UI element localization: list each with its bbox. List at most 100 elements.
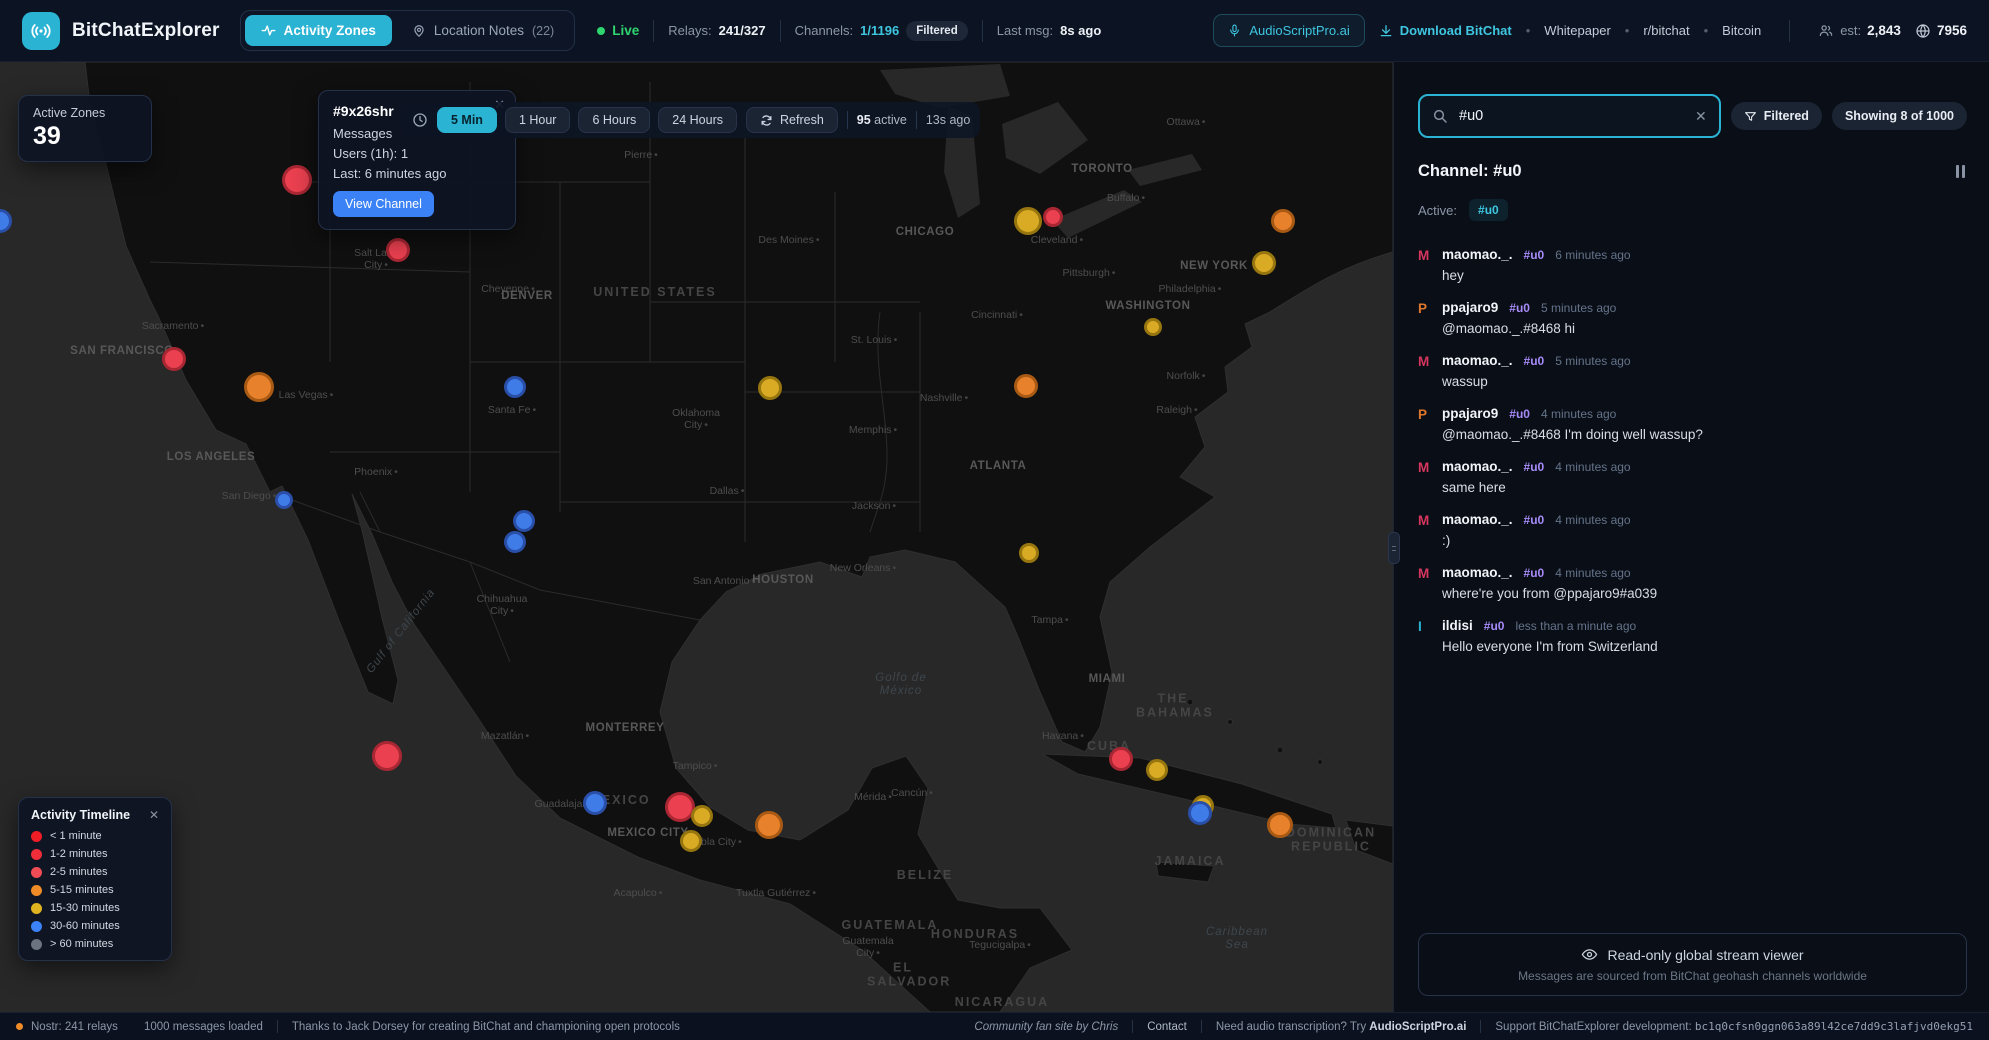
active-channel-chip[interactable]: #u0: [1469, 199, 1508, 221]
map-label-los-angeles: LOS ANGELES: [167, 451, 256, 463]
search-row: ✕ Filtered Showing 8 of 1000: [1418, 94, 1967, 138]
btc-address[interactable]: bc1q0cfsn0ggn063a89l42ce7dd9c3lafjvd0ekg…: [1695, 1020, 1973, 1033]
zone-dot-yellow[interactable]: [758, 376, 782, 400]
zone-dot-orange[interactable]: [244, 372, 274, 402]
filtered-pill[interactable]: Filtered: [1731, 102, 1822, 130]
zone-dot-yellow[interactable]: [1144, 318, 1162, 336]
message-timestamp: 4 minutes ago: [1555, 513, 1630, 527]
zone-dot-yellow[interactable]: [691, 805, 713, 827]
zone-dot-yellow[interactable]: [1146, 759, 1168, 781]
avatar: I: [1418, 618, 1433, 654]
zone-dot-red[interactable]: [282, 165, 312, 195]
map-label-denver: DENVER: [501, 290, 553, 302]
channel-search-input[interactable]: [1457, 107, 1686, 125]
zone-dot-orange[interactable]: [1271, 209, 1295, 233]
zone-dot-blue[interactable]: [583, 791, 607, 815]
message-body: ildisi#u0less than a minute agoHello eve…: [1442, 618, 1658, 654]
time-filter-6-hours[interactable]: 6 Hours: [578, 107, 650, 133]
zone-dot-red[interactable]: [1043, 207, 1063, 227]
map-label-nashville: Nashville: [920, 392, 968, 404]
tab-activity-zones[interactable]: Activity Zones: [245, 15, 392, 46]
map-label-mazatl-n: Mazatlán: [481, 730, 529, 742]
refresh-button[interactable]: Refresh: [746, 107, 838, 133]
time-filter-24-hours[interactable]: 24 Hours: [658, 107, 737, 133]
thanks-note: Thanks to Jack Dorsey for creating BitCh…: [292, 1021, 680, 1033]
map-label-nicaragua: NICARAGUA: [955, 995, 1049, 1009]
zone-dot-red[interactable]: [386, 238, 410, 262]
avatar: M: [1418, 512, 1433, 548]
message-channel-tag: #u0: [1524, 513, 1545, 527]
zone-dot-yellow[interactable]: [680, 830, 702, 852]
message-timestamp: 4 minutes ago: [1541, 407, 1616, 421]
broadcast-icon: [22, 12, 60, 50]
zone-dot-red[interactable]: [162, 347, 186, 371]
message-row[interactable]: Iildisi#u0less than a minute agoHello ev…: [1418, 618, 1967, 654]
map-label-new-orleans: New Orleans: [830, 562, 896, 574]
map-label-chicago: CHICAGO: [896, 226, 955, 238]
message-timestamp: 5 minutes ago: [1541, 301, 1616, 315]
time-filter-1-hour[interactable]: 1 Hour: [505, 107, 571, 133]
view-channel-button[interactable]: View Channel: [333, 191, 434, 217]
message-row[interactable]: Pppajaro9#u05 minutes ago@maomao._.#8468…: [1418, 300, 1967, 336]
time-filter-5-min[interactable]: 5 Min: [437, 107, 497, 133]
zone-dot-orange[interactable]: [1267, 812, 1293, 838]
message-text: @maomao._.#8468 I'm doing well wassup?: [1442, 427, 1703, 442]
message-channel-tag: #u0: [1524, 248, 1545, 262]
legend-close-icon[interactable]: ✕: [149, 808, 159, 822]
tab-location-notes[interactable]: Location Notes (22): [396, 15, 570, 46]
legend-label: 5-15 minutes: [50, 884, 114, 896]
audio-transcription-promo[interactable]: Need audio transcription? Try AudioScrip…: [1216, 1021, 1467, 1033]
audioscriptpro-button[interactable]: AudioScriptPro.ai: [1213, 14, 1364, 47]
zone-dot-blue[interactable]: [1188, 801, 1212, 825]
showing-count-pill: Showing 8 of 1000: [1832, 102, 1967, 130]
message-row[interactable]: Mmaomao._.#u04 minutes agosame here: [1418, 459, 1967, 495]
zone-dot-orange[interactable]: [755, 811, 783, 839]
message-row[interactable]: Mmaomao._.#u04 minutes agowhere're you f…: [1418, 565, 1967, 601]
filtered-badge: Filtered: [906, 21, 968, 41]
globe-icon: [1915, 23, 1931, 39]
zone-dot-yellow[interactable]: [1252, 251, 1276, 275]
map-label-guatemala-city: Guatemala City: [837, 935, 899, 959]
message-row[interactable]: Pppajaro9#u04 minutes ago@maomao._.#8468…: [1418, 406, 1967, 442]
header-right: AudioScriptPro.ai Download BitChat • Whi…: [1213, 14, 1967, 47]
zone-dot-blue[interactable]: [275, 491, 293, 509]
message-text: where're you from @ppajaro9#a039: [1442, 586, 1657, 601]
live-dot: [597, 27, 605, 35]
clear-search-icon[interactable]: ✕: [1695, 108, 1707, 125]
legend-swatch: [31, 903, 42, 914]
pause-stream-icon[interactable]: [1954, 163, 1967, 180]
download-bitchat-link[interactable]: Download BitChat: [1379, 23, 1512, 38]
message-body: maomao._.#u04 minutes agosame here: [1442, 459, 1631, 495]
sidebar-resize-handle[interactable]: [1388, 532, 1400, 564]
refresh-icon: [760, 114, 773, 127]
activity-map[interactable]: SacramentoLas VegasPhoenixSan DiegoSalt …: [0, 62, 1393, 1012]
active-zones-label: Active Zones: [33, 106, 137, 120]
bitcoin-link[interactable]: Bitcoin: [1722, 23, 1761, 38]
legend-title: Activity Timeline: [31, 808, 130, 822]
message-row[interactable]: Mmaomao._.#u05 minutes agowassup: [1418, 353, 1967, 389]
map-label-buffalo: Buffalo: [1107, 192, 1145, 204]
popup-users-line: Users (1h): 1: [333, 146, 501, 161]
zone-dot-yellow[interactable]: [1019, 543, 1039, 563]
message-row[interactable]: Mmaomao._.#u06 minutes agohey: [1418, 247, 1967, 283]
rbitchat-link[interactable]: r/bitchat: [1643, 23, 1689, 38]
whitepaper-link[interactable]: Whitepaper: [1544, 23, 1610, 38]
zone-dot-blue[interactable]: [513, 510, 535, 532]
map-pin-icon: [412, 24, 426, 38]
legend-label: 15-30 minutes: [50, 902, 120, 914]
zone-dot-orange[interactable]: [1014, 374, 1038, 398]
message-text: @maomao._.#8468 hi: [1442, 321, 1616, 336]
clock-icon: [412, 112, 428, 128]
zone-dot-blue[interactable]: [504, 376, 526, 398]
message-row[interactable]: Mmaomao._.#u04 minutes ago:): [1418, 512, 1967, 548]
contact-link[interactable]: Contact: [1147, 1021, 1187, 1033]
zone-dot-blue[interactable]: [504, 531, 526, 553]
message-username: ppajaro9: [1442, 300, 1498, 315]
zone-dot-red[interactable]: [372, 741, 402, 771]
avatar: M: [1418, 565, 1433, 601]
legend-item: < 1 minute: [31, 830, 159, 842]
zone-dot-red[interactable]: [1109, 747, 1133, 771]
zone-dot-yellow[interactable]: [1014, 207, 1042, 235]
map-label-mexico-city: MEXICO CITY: [607, 827, 688, 839]
map-label-santa-fe: Santa Fe: [488, 404, 536, 416]
